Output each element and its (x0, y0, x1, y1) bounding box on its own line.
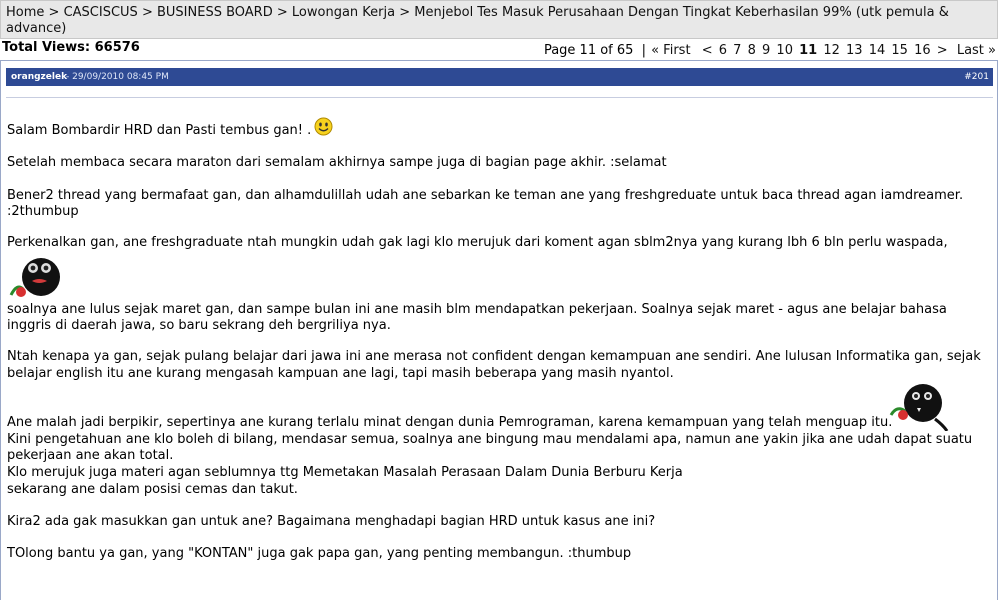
black-blob-emoticon-icon (9, 258, 60, 297)
breadcrumb-home[interactable]: Home (6, 5, 44, 20)
post-number[interactable]: #201 (964, 68, 989, 86)
post-line: sekarang ane dalam posisi cemas dan taku… (7, 482, 298, 497)
page-label: Page 11 of 65 (543, 43, 634, 58)
smiley-icon (314, 117, 333, 136)
breadcrumb-separator: > (276, 5, 288, 20)
breadcrumb-separator: > (48, 5, 60, 20)
page-link-14[interactable]: 14 (869, 43, 886, 58)
post-line: Bener2 thread yang bermafaat gan, dan al… (7, 188, 964, 203)
page-link-13[interactable]: 13 (846, 43, 863, 58)
post-line: Ntah kenapa ya gan, sejak pulang belajar… (7, 349, 981, 364)
post-line: Ane malah jadi berpikir, sepertinya ane … (7, 415, 893, 430)
post-line: soalnya ane lulus sejak maret gan, dan s… (7, 302, 947, 317)
first-page-link[interactable]: « First (651, 43, 690, 58)
post-line: inggris di daerah jawa, so baru sekrang … (7, 318, 391, 333)
post-date: - 29/09/2010 08:45 PM (66, 72, 169, 82)
post-line: Setelah membaca secara maraton dari sema… (7, 155, 667, 170)
black-blob-emoticon-icon (889, 384, 949, 431)
page-link-10[interactable]: 10 (776, 43, 793, 58)
breadcrumb-separator: > (141, 5, 153, 20)
last-page-link[interactable]: Last » (957, 43, 996, 58)
post-line: :2thumbup (7, 204, 79, 219)
post-line: Salam Bombardir HRD dan Pasti tembus gan… (7, 123, 312, 138)
pager-divider: | (641, 43, 646, 58)
pagination: Page 11 of 65 | « First < 6 7 8 9 10 11 … (544, 43, 997, 59)
post-line: pekerjaan ane akan total. (7, 448, 174, 463)
next-page-link[interactable]: > (937, 43, 948, 58)
current-page: 11 (799, 43, 818, 58)
post-author[interactable]: orangzelek (11, 68, 67, 86)
post-header: orangzelek - 29/09/2010 08:45 PM #201 (6, 68, 993, 86)
post-line: belajar english itu ane kurang mengasah … (7, 366, 674, 381)
page-link-7[interactable]: 7 (733, 43, 741, 58)
page-link-8[interactable]: 8 (748, 43, 756, 58)
breadcrumb: Home > CASCISCUS > BUSINESS BOARD > Lowo… (0, 0, 998, 39)
prev-page-link[interactable]: < (702, 43, 713, 58)
page-link-6[interactable]: 6 (719, 43, 727, 58)
post-line: Klo merujuk juga materi agan seblumnya t… (7, 465, 683, 480)
page-link-16[interactable]: 16 (914, 43, 931, 58)
post: orangzelek - 29/09/2010 08:45 PM #201 Sa… (0, 60, 998, 600)
breadcrumb-lowongan-kerja[interactable]: Lowongan Kerja (292, 5, 395, 20)
post-line: Kira2 ada gak masukkan gan untuk ane? Ba… (7, 514, 656, 529)
breadcrumb-separator: > (399, 5, 411, 20)
page-link-12[interactable]: 12 (823, 43, 840, 58)
page-link-9[interactable]: 9 (762, 43, 770, 58)
total-views: Total Views: 66576 (2, 40, 140, 55)
breadcrumb-thread-title[interactable]: Menjebol Tes Masuk Perusahaan Dengan Tin… (414, 5, 949, 20)
post-line: Kini pengetahuan ane klo boleh di bilang… (7, 432, 973, 447)
post-line: Perkenalkan gan, ane freshgraduate ntah … (7, 235, 948, 250)
post-line: TOlong bantu ya gan, yang "KONTAN" juga … (7, 546, 632, 561)
page-link-15[interactable]: 15 (891, 43, 908, 58)
post-divider (6, 97, 993, 98)
breadcrumb-thread-title-cont[interactable]: advance) (6, 21, 66, 36)
breadcrumb-business-board[interactable]: BUSINESS BOARD (157, 5, 273, 20)
breadcrumb-casciscus[interactable]: CASCISCUS (64, 5, 138, 20)
